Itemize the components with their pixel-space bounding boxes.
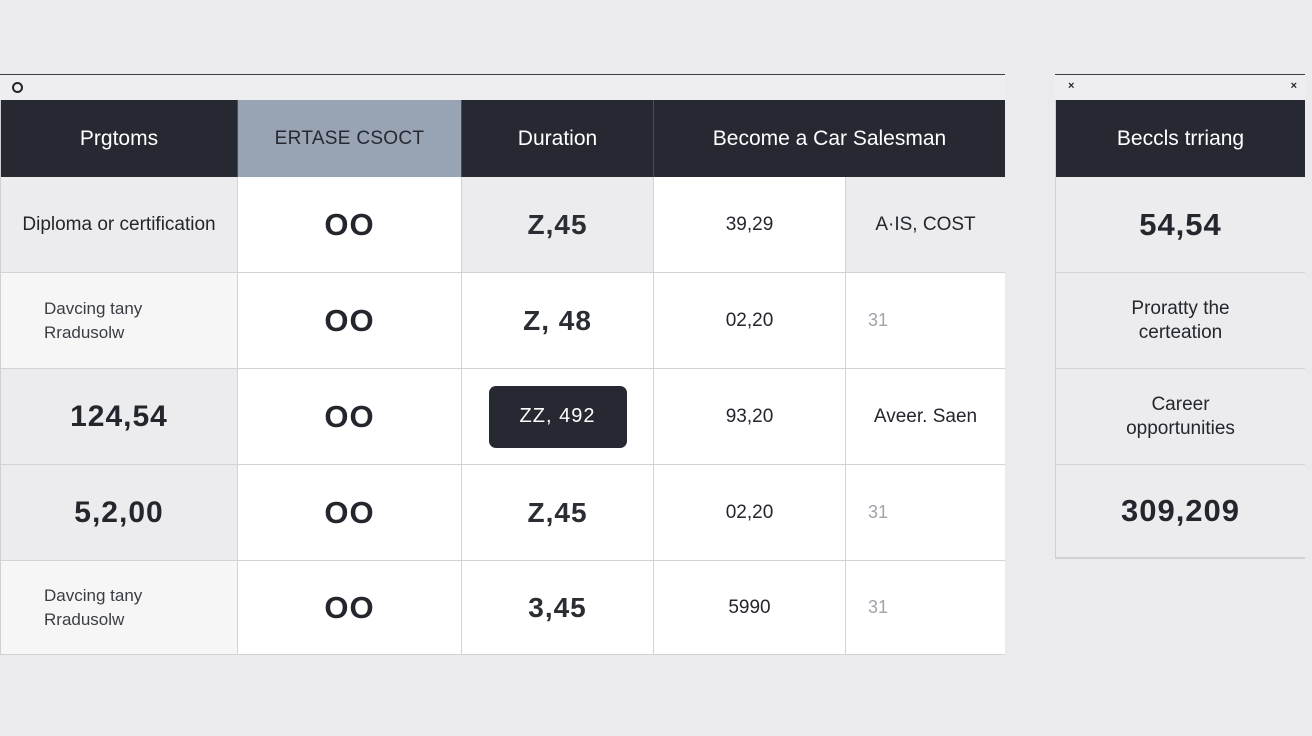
table-cell[interactable]: 39,29 bbox=[654, 177, 846, 273]
table-cell[interactable]: OO bbox=[238, 561, 462, 655]
table-cell[interactable]: 31 bbox=[846, 273, 1005, 369]
table-cell[interactable]: 3,45 bbox=[462, 561, 654, 655]
extra-value: 31 bbox=[868, 502, 889, 522]
header-become-car-salesman[interactable]: Become a Car Salesman bbox=[654, 100, 1005, 177]
duration-value: Z,45 bbox=[527, 208, 588, 240]
table-row-label: Davcing tany Rradusolw bbox=[1, 273, 238, 369]
header-estimated-cost[interactable]: ERTASE CSOCT bbox=[238, 100, 462, 177]
list-item[interactable]: Proratty the certeation bbox=[1056, 273, 1305, 369]
salesman-value: 02,20 bbox=[725, 309, 774, 331]
table-cell[interactable]: OO bbox=[238, 273, 462, 369]
table-cell[interactable]: A·IS, COST bbox=[846, 177, 1005, 273]
side-value: 309,209 bbox=[1120, 493, 1241, 528]
side-titlebar: × × bbox=[1055, 74, 1305, 100]
row-label: Davcing tany Rradusolw bbox=[44, 298, 143, 342]
salesman-value: 39,29 bbox=[725, 213, 774, 235]
duration-value: 3,45 bbox=[528, 591, 587, 623]
table-cell[interactable]: OO bbox=[238, 177, 462, 273]
table-cell[interactable]: 5990 bbox=[654, 561, 846, 655]
extra-value: A·IS, COST bbox=[875, 213, 976, 235]
duration-value: Z,45 bbox=[527, 496, 588, 528]
table-cell[interactable]: 02,20 bbox=[654, 465, 846, 561]
row-label: 124,54 bbox=[70, 399, 168, 433]
cost-value: OO bbox=[324, 589, 375, 625]
list-item[interactable]: 309,209 bbox=[1056, 465, 1305, 558]
close-icon[interactable]: × bbox=[1068, 79, 1074, 93]
table-cell[interactable]: OO bbox=[238, 369, 462, 465]
table-cell[interactable]: Aveer. Saen bbox=[846, 369, 1005, 465]
header-duration[interactable]: Duration bbox=[462, 100, 654, 177]
salesman-value: 93,20 bbox=[725, 405, 774, 427]
table-cell[interactable]: 93,20 bbox=[654, 369, 846, 465]
list-item[interactable]: Career opportunities bbox=[1056, 369, 1305, 465]
main-titlebar bbox=[0, 74, 1005, 100]
table-row-label: 124,54 bbox=[1, 369, 238, 465]
main-table: Prgtoms ERTASE CSOCT Duration Become a C… bbox=[0, 100, 1005, 655]
salesman-value: 02,20 bbox=[725, 501, 774, 523]
close-icon[interactable]: × bbox=[1291, 79, 1297, 93]
row-label: Davcing tany Rradusolw bbox=[44, 585, 143, 629]
table-row-label: Davcing tany Rradusolw bbox=[1, 561, 238, 655]
table-cell[interactable]: OO bbox=[238, 465, 462, 561]
cost-value: OO bbox=[324, 398, 375, 434]
table-row-label: Diploma or certification bbox=[1, 177, 238, 273]
side-value: 54,54 bbox=[1139, 206, 1222, 242]
table-cell[interactable]: 31 bbox=[846, 561, 1005, 655]
list-item[interactable]: 54,54 bbox=[1056, 177, 1305, 273]
table-cell[interactable]: 02,20 bbox=[654, 273, 846, 369]
cost-value: OO bbox=[324, 302, 375, 338]
header-side[interactable]: Beccls trriang bbox=[1056, 100, 1305, 177]
selected-duration-pill[interactable]: ZZ, 492 bbox=[488, 385, 627, 448]
extra-value: 31 bbox=[868, 310, 889, 330]
row-label: Diploma or certification bbox=[22, 213, 216, 235]
main-table-window: Prgtoms ERTASE CSOCT Duration Become a C… bbox=[0, 74, 1005, 655]
cost-value: OO bbox=[324, 494, 375, 530]
salesman-value: 5990 bbox=[728, 596, 771, 618]
duration-value: Z, 48 bbox=[523, 304, 592, 336]
side-table: Beccls trriang 54,54 Proratty the certea… bbox=[1055, 100, 1305, 559]
extra-value: Aveer. Saen bbox=[873, 405, 978, 427]
table-cell[interactable]: Z,45 bbox=[462, 177, 654, 273]
side-table-window: × × Beccls trriang 54,54 Proratty the ce… bbox=[1055, 74, 1305, 559]
side-label: Proratty the certeation bbox=[1131, 297, 1230, 343]
extra-value: 31 bbox=[868, 597, 889, 617]
row-label: 5,2,00 bbox=[74, 495, 164, 529]
circle-icon[interactable] bbox=[12, 82, 23, 93]
table-cell[interactable]: 31 bbox=[846, 465, 1005, 561]
table-cell[interactable]: Z, 48 bbox=[462, 273, 654, 369]
cost-value: OO bbox=[324, 206, 375, 242]
table-row-label: 5,2,00 bbox=[1, 465, 238, 561]
table-cell[interactable]: ZZ, 492 bbox=[462, 369, 654, 465]
table-cell[interactable]: Z,45 bbox=[462, 465, 654, 561]
header-programs[interactable]: Prgtoms bbox=[1, 100, 238, 177]
side-label: Career opportunities bbox=[1126, 393, 1235, 439]
